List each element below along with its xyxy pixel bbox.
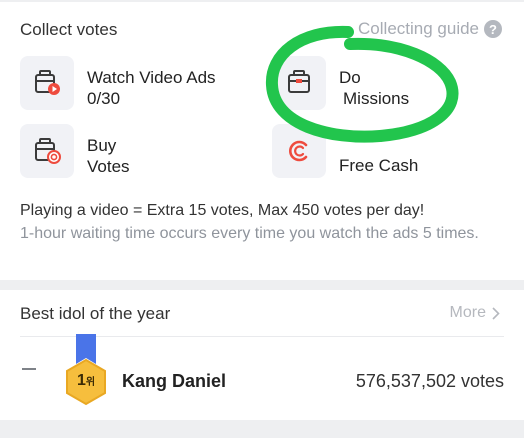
rank-number: 1위 [76, 372, 96, 389]
cash-icon [289, 140, 308, 162]
watch-video-ads-button[interactable] [20, 56, 74, 110]
best-idol-card: Best idol of the year More 1위 Kang Danie… [0, 290, 524, 420]
coin-box-icon [35, 138, 61, 164]
mission-box-icon [288, 70, 310, 93]
free-cash-label[interactable]: Free Cash [339, 155, 418, 176]
collect-votes-card: Collect votes Collecting guide ? Watch V… [0, 2, 524, 280]
rank-medal: 1위 [60, 334, 112, 410]
more-link[interactable]: More [450, 304, 500, 322]
more-label: More [449, 304, 486, 321]
video-play-icon [35, 70, 60, 95]
watch-video-ads-count: 0/30 [87, 89, 121, 108]
question-mark-icon: ? [484, 20, 502, 38]
buy-votes-button[interactable] [20, 124, 74, 178]
idol-vote-count: 576,537,502 votes [355, 371, 504, 391]
rank-change-indicator [22, 368, 36, 370]
chevron-right-icon [492, 306, 500, 320]
collecting-guide-link[interactable]: Collecting guide ? [358, 19, 502, 39]
waiting-time-note: 1-hour waiting time occurs every time yo… [20, 225, 479, 242]
watch-video-ads-label[interactable]: Watch Video Ads 0/30 [87, 67, 216, 109]
idol-name[interactable]: Kang Daniel [122, 371, 226, 392]
collecting-guide-label: Collecting guide [358, 19, 479, 38]
free-cash-button[interactable] [272, 124, 326, 178]
votes-info-text: Playing a video = Extra 15 votes, Max 45… [20, 202, 425, 219]
buy-votes-label[interactable]: Buy Votes [87, 135, 130, 177]
do-missions-label[interactable]: Do Missions [339, 67, 409, 109]
section-title-best-idol: Best idol of the year [20, 304, 171, 323]
do-missions-button[interactable] [272, 56, 326, 110]
section-title-collect-votes: Collect votes [20, 20, 118, 39]
